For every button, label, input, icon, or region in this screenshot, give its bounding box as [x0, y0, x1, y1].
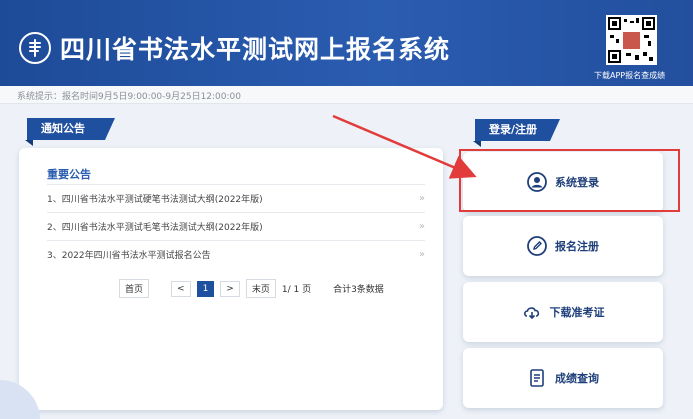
notice-item[interactable]: 3、2022年四川省书法水平测试报名公告 »	[47, 240, 425, 268]
cloud-download-icon	[523, 307, 539, 320]
qr-caption: 下载APP报名查成绩	[594, 71, 666, 80]
double-chevron-right-icon: »	[418, 221, 425, 232]
first-page-button[interactable]: 首页	[119, 279, 150, 298]
system-hint-bar: 系统提示：报名时间9月5日9:00:00-9月25日12:00:00	[0, 86, 693, 104]
notice-panel: 重要公告 1、四川省书法水平测试硬笔书法测试大纲(2022年版) » 2、四川省…	[19, 148, 443, 410]
tab-login-register: 登录/注册	[473, 119, 560, 147]
edit-icon	[527, 236, 547, 256]
current-page-button[interactable]: 1	[196, 280, 215, 297]
annotation-highlight-box	[459, 149, 680, 212]
pagination: 首页 < 1 > 末页 1/ 1 页 合计3条数据	[119, 279, 384, 298]
next-page-button[interactable]: >	[220, 280, 240, 297]
notice-item-text[interactable]: 2、四川省书法水平测试毛笔书法测试大纲(2022年版)	[47, 220, 263, 233]
notice-list: 1、四川省书法水平测试硬笔书法测试大纲(2022年版) » 2、四川省书法水平测…	[47, 184, 425, 268]
register-button[interactable]: 报名注册	[463, 216, 663, 276]
header-banner: 四川省书法水平测试网上报名系统 下载APP报名查成绩	[0, 0, 693, 86]
tab-notice: 通知公告	[25, 118, 115, 146]
last-page-button[interactable]: 末页	[245, 279, 276, 298]
brush-logo-icon	[19, 32, 51, 64]
notice-heading: 重要公告	[47, 168, 91, 181]
score-query-label: 成绩查询	[555, 372, 599, 385]
total-count: 合计3条数据	[333, 285, 384, 295]
notice-item-text[interactable]: 1、四川省书法水平测试硬笔书法测试大纲(2022年版)	[47, 192, 263, 205]
notice-item[interactable]: 2、四川省书法水平测试毛笔书法测试大纲(2022年版) »	[47, 212, 425, 240]
double-chevron-right-icon: »	[418, 193, 425, 204]
page-info: 1/ 1 页	[281, 285, 312, 295]
document-icon	[530, 369, 544, 387]
qr-code[interactable]	[606, 15, 657, 65]
download-admission-label: 下载准考证	[549, 306, 605, 319]
notice-item[interactable]: 1、四川省书法水平测试硬笔书法测试大纲(2022年版) »	[47, 184, 425, 212]
prev-page-button[interactable]: <	[171, 280, 191, 297]
site-title: 四川省书法水平测试网上报名系统	[60, 35, 451, 64]
download-admission-button[interactable]: 下载准考证	[463, 282, 663, 342]
system-hint-text: 系统提示：报名时间9月5日9:00:00-9月25日12:00:00	[17, 92, 241, 102]
notice-item-text[interactable]: 3、2022年四川省书法水平测试报名公告	[47, 248, 211, 261]
score-query-button[interactable]: 成绩查询	[463, 348, 663, 408]
register-label: 报名注册	[555, 240, 599, 253]
double-chevron-right-icon: »	[418, 249, 425, 260]
